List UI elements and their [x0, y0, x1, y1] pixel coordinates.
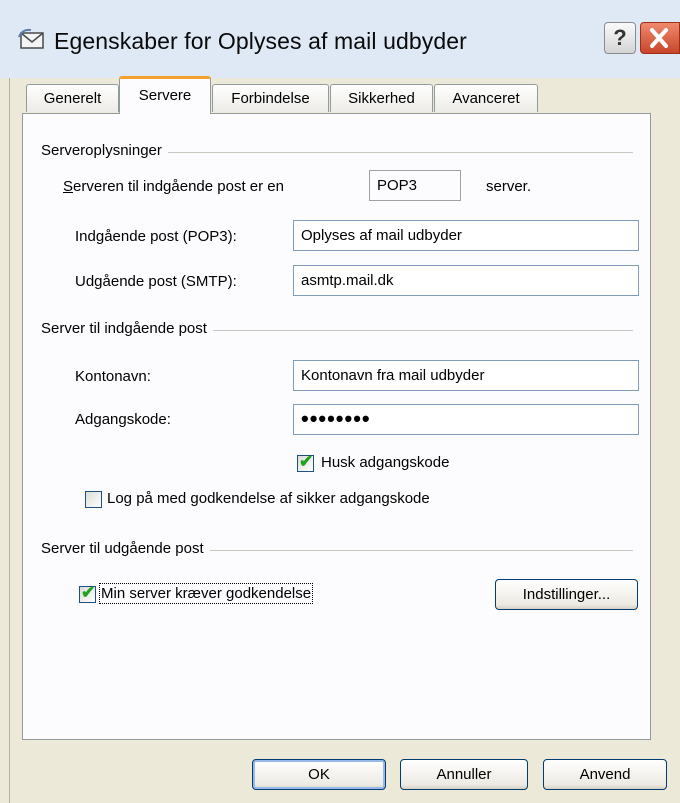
group-outgoing-label: Server til udgående post: [41, 540, 210, 557]
settings-button[interactable]: Indstillinger...: [495, 579, 638, 610]
close-button[interactable]: [640, 22, 680, 54]
checkmark-icon: ✔: [299, 452, 314, 471]
server-type-suffix: server.: [486, 178, 532, 195]
apply-button[interactable]: Anvend: [543, 759, 667, 790]
incoming-server-label: Indgående post (POP3):: [75, 228, 237, 245]
group-server-info-label: Serveroplysninger: [41, 142, 168, 159]
outgoing-server-label: Udgående post (SMTP):: [75, 273, 237, 290]
account-name-label: Kontonavn:: [75, 368, 151, 385]
help-button[interactable]: ?: [604, 22, 636, 54]
password-input[interactable]: ••••••••: [293, 404, 639, 435]
tab-forbindelse[interactable]: Forbindelse: [212, 84, 329, 112]
remember-password-checkbox[interactable]: ✔: [297, 452, 314, 472]
outgoing-server-input[interactable]: asmtp.mail.dk: [293, 265, 639, 296]
tab-sikkerhed[interactable]: Sikkerhed: [330, 84, 433, 112]
ok-button[interactable]: OK: [252, 759, 386, 790]
window-title: Egenskaber for Oplyses af mail udbyder: [54, 28, 467, 54]
secure-password-auth-checkbox[interactable]: [85, 491, 102, 508]
incoming-server-input[interactable]: Oplyses af mail udbyder: [293, 220, 639, 251]
help-icon: ?: [613, 25, 627, 50]
servers-panel: Serveroplysninger Serveren til indgående…: [22, 113, 651, 740]
remember-password-label[interactable]: Husk adgangskode: [321, 454, 449, 471]
secure-password-auth-label[interactable]: Log på med godkendelse af sikker adgangs…: [107, 490, 430, 507]
title-bar: Egenskaber for Oplyses af mail udbyder ?: [0, 0, 680, 78]
server-requires-auth-label[interactable]: Min server kræver godkendelse: [98, 583, 314, 604]
close-icon: [650, 28, 668, 48]
server-requires-auth-checkbox[interactable]: ✔: [79, 583, 96, 603]
server-type-field: POP3: [369, 170, 461, 201]
checkmark-icon: ✔: [81, 583, 96, 602]
server-type-prefix: Serveren til indgående post er en: [63, 178, 284, 195]
password-label: Adgangskode:: [75, 411, 171, 428]
mail-properties-icon: [18, 28, 44, 49]
tab-servere[interactable]: Servere: [119, 76, 211, 114]
server-type-prefix-rest: erveren til indgående post er en: [73, 178, 284, 195]
account-name-input[interactable]: Kontonavn fra mail udbyder: [293, 360, 639, 391]
cancel-button[interactable]: Annuller: [400, 759, 528, 790]
tab-avanceret[interactable]: Avanceret: [434, 84, 538, 112]
tab-generelt[interactable]: Generelt: [26, 84, 119, 112]
group-incoming-label: Server til indgående post: [41, 320, 213, 337]
